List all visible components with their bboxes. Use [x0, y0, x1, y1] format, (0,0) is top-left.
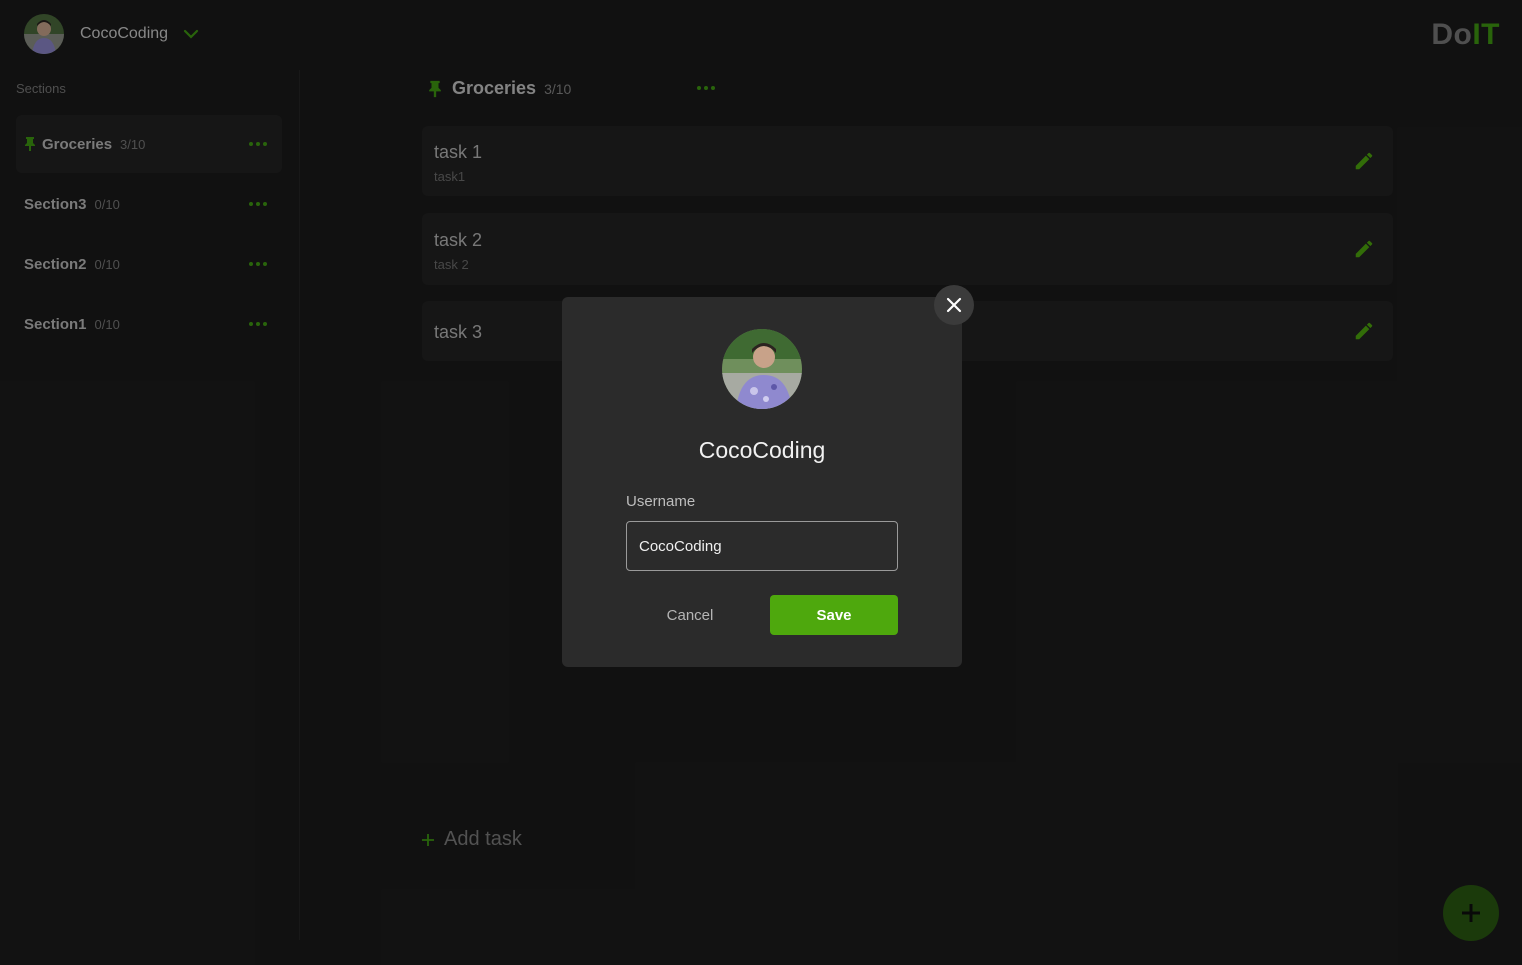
username-input[interactable]	[626, 521, 898, 571]
profile-avatar	[722, 329, 802, 409]
app-root: CocoCoding DoIT Sections Groceries 3/10 …	[0, 0, 1522, 965]
close-icon	[946, 297, 962, 313]
profile-modal: CocoCoding Username Cancel Save	[562, 297, 962, 667]
cancel-button[interactable]: Cancel	[642, 595, 738, 635]
close-modal-button[interactable]	[934, 285, 974, 325]
profile-name: CocoCoding	[698, 437, 826, 463]
save-button[interactable]: Save	[770, 595, 898, 635]
username-label: Username	[626, 493, 696, 510]
avatar-photo-icon	[722, 329, 802, 409]
